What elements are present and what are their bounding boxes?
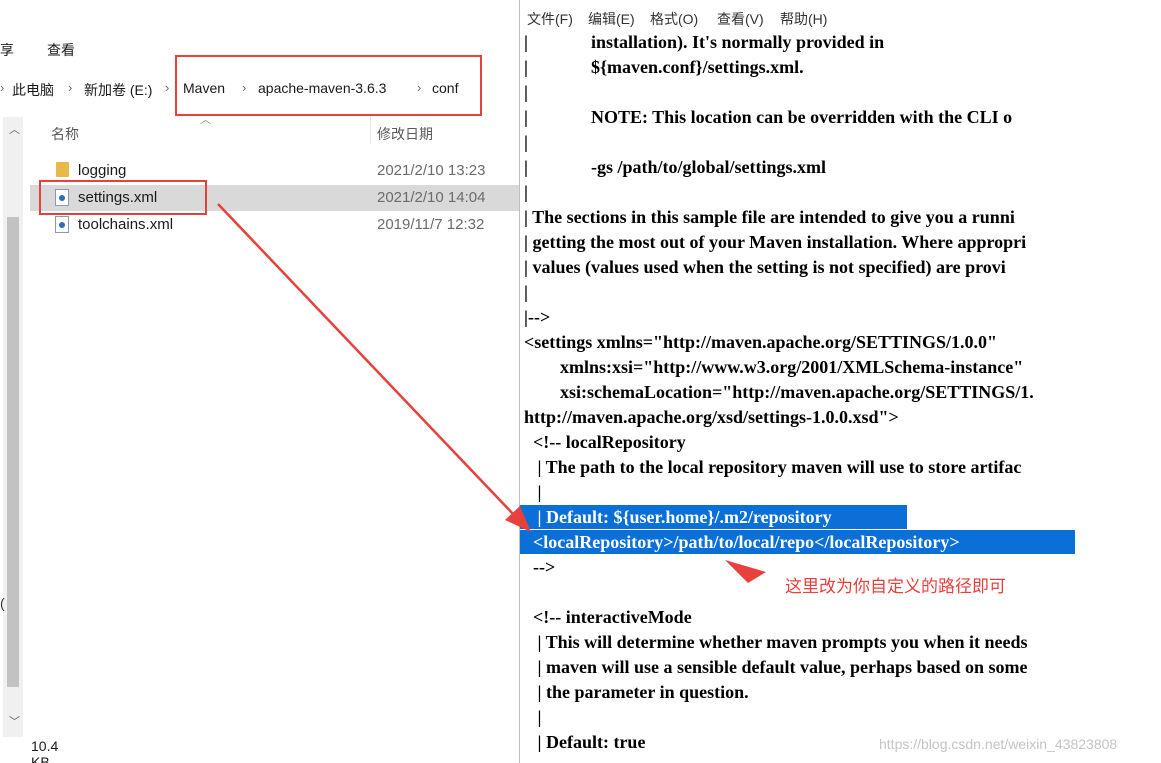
annotation-note: 这里改为你自定义的路径即可: [785, 577, 1006, 596]
annotation-arrows: [217, 203, 766, 583]
arrow-head-small: [725, 560, 766, 583]
watermark: https://blog.csdn.net/weixin_43823808: [879, 736, 1118, 752]
arrow-line: [217, 203, 515, 516]
